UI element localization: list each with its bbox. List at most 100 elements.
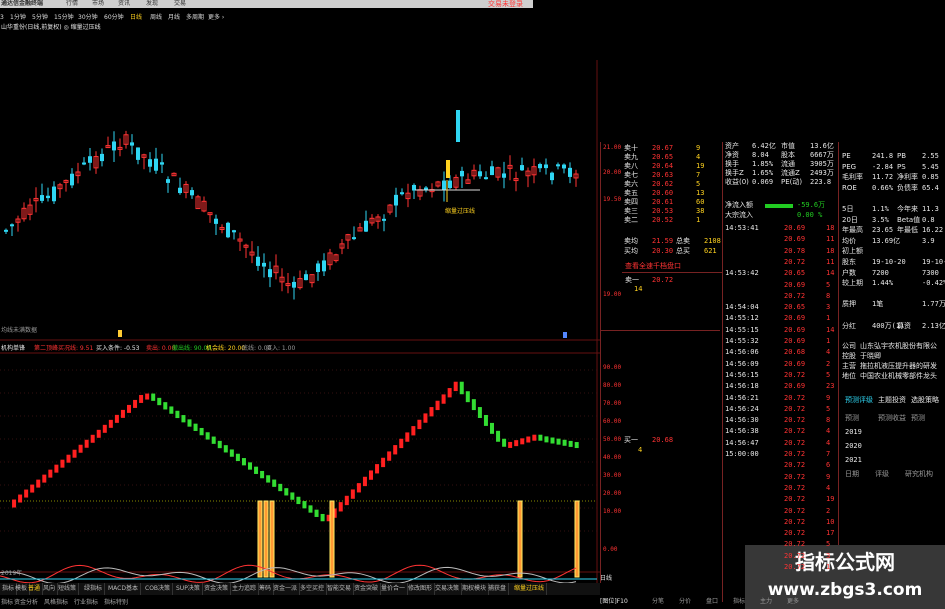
right-tab[interactable]: 指标 (733, 597, 745, 606)
indicator-button[interactable]: 量价合一 (379, 583, 409, 595)
fin-label: 募资 (897, 321, 911, 330)
right-tab[interactable]: 主力 (760, 597, 772, 606)
fin-value: 0.069 (752, 178, 774, 186)
sell1-price: 20.72 (652, 276, 674, 284)
period-item[interactable]: 多周期 (186, 13, 204, 22)
indicator-button[interactable]: COB决策 (143, 583, 174, 595)
period-item[interactable]: 周线 (150, 13, 162, 22)
fund-label: 大宗流入 (725, 211, 753, 219)
order-price: 20.63 (652, 171, 674, 179)
indicator-bar (314, 509, 319, 517)
indicator-name[interactable]: 机构单锋 (1, 344, 25, 353)
fund-value: -59.6万 (797, 201, 826, 209)
menu-tab-discover[interactable]: 发现 (146, 0, 158, 8)
tick-volume: 5 (826, 404, 831, 413)
indicator-button[interactable]: 短线策 (56, 583, 80, 595)
indicator-bar (490, 422, 494, 434)
tick-volume: 5 (826, 540, 831, 549)
menu-tab-board[interactable]: 市场 (92, 0, 104, 8)
tick-time: 14:54:04 (725, 303, 759, 312)
fin-value: 65.4 (922, 183, 939, 192)
indicator-button[interactable]: 修改图形 (406, 583, 436, 595)
period-item[interactable]: 3 (0, 13, 4, 22)
signal-column (329, 500, 335, 578)
period-item[interactable]: 月线 (168, 13, 180, 22)
fin-label: 20日 (842, 215, 858, 224)
indicator-bar (387, 451, 392, 461)
fin-tab[interactable]: 主题投资 (878, 396, 906, 405)
main-chart-svg[interactable] (0, 30, 600, 585)
indicator-button[interactable]: 绿指标 (82, 583, 106, 595)
menu-tab-market[interactable]: 行情 (66, 0, 78, 8)
indicator-button[interactable]: 资金突破 (352, 583, 382, 595)
indicator-bar (151, 393, 156, 401)
tick-volume: 1 (826, 337, 831, 345)
summary-volume: 2108 (704, 237, 721, 245)
candle-body (394, 194, 398, 206)
indicator-bar (417, 419, 422, 430)
trade-login-hint[interactable]: 交易未登录 (488, 0, 523, 8)
indicator-bar (556, 438, 561, 445)
candle-body (136, 147, 140, 160)
marker (563, 332, 567, 338)
price-tick: 20.00 (603, 169, 622, 176)
depth-banner[interactable]: 查看全速千档盘口 (625, 262, 681, 271)
right-tab[interactable]: 更多 (787, 597, 799, 606)
indicator-button[interactable]: 交易决策 (433, 583, 463, 595)
fund-value: 0.00 % (797, 211, 823, 219)
indicator-bar (393, 445, 398, 455)
fin-value: 1.77万股 (922, 300, 945, 309)
fin-tab[interactable]: 选股策略 (911, 396, 939, 405)
indicator-button[interactable]: 主力追踪 (230, 583, 260, 595)
signal-candle (446, 160, 450, 178)
candle-body (490, 166, 494, 176)
indicator-button[interactable]: 风格指标 (44, 597, 68, 608)
indicator-bar (24, 489, 29, 498)
candle-body (70, 173, 74, 186)
period-item[interactable]: 5分钟 (32, 13, 48, 22)
indicator-button[interactable]: 期权模块 (460, 583, 490, 595)
summary-label: 总买 (676, 247, 690, 255)
tick-volume: 9 (826, 393, 831, 402)
indicator-button[interactable]: MACD基本 (106, 583, 141, 595)
order-volume: 5 (696, 180, 701, 188)
indicator-bar (30, 484, 35, 493)
right-tab[interactable]: 盘口 (706, 597, 718, 606)
indicator-button[interactable]: 资金一派 (271, 583, 301, 595)
indicator-bar (441, 394, 446, 404)
fin-tab[interactable]: 预测评级 (845, 396, 873, 405)
period-item[interactable]: 15分钟 (54, 13, 74, 22)
price-tick: 19.00 (603, 291, 622, 298)
indicator-bar (133, 399, 138, 408)
forecast-header: 预测 (911, 414, 925, 422)
tick-time: 14:55:15 (725, 325, 759, 334)
period-item[interactable]: 60分钟 (104, 13, 124, 22)
indicator-button[interactable]: 捕获盘 (486, 583, 510, 595)
period-item-day[interactable]: 日线 (130, 13, 142, 22)
period-item-more[interactable]: 更多 › (208, 13, 224, 22)
indicator-button[interactable]: 资金决策 (202, 583, 232, 595)
indicator-button[interactable]: 行业指标 (74, 597, 98, 608)
indicator-button[interactable]: 智能交易 (325, 583, 355, 595)
fin-value: 8.04 (752, 151, 769, 159)
right-tab[interactable]: 分笔 (652, 597, 664, 606)
tick-volume: 14 (826, 325, 835, 334)
indicator-button[interactable]: 多空买控 (298, 583, 328, 595)
indicator-bar (139, 394, 144, 403)
candle-body (478, 171, 482, 177)
indicator-button-active[interactable]: 缩量过压线 (512, 583, 548, 595)
fin-value: 6.42亿 (752, 142, 776, 150)
indicator-button[interactable]: SUP决策 (174, 583, 203, 595)
indicator-button[interactable]: 指标特别 (104, 597, 128, 608)
y-tick: 70.00 (603, 400, 622, 407)
menu-tab-news[interactable]: 资讯 (118, 0, 130, 8)
indicator-button[interactable]: 资金分析 (14, 597, 38, 608)
period-item[interactable]: 1分钟 (10, 13, 26, 22)
oscillator-line (0, 564, 577, 584)
indicator-button[interactable]: 指标 (1, 597, 13, 608)
right-tab[interactable]: 分价 (679, 597, 691, 606)
menu-tab-trade[interactable]: 交易 (174, 0, 186, 8)
f10-tab[interactable]: [图位]F10 (600, 597, 628, 606)
period-indicator[interactable]: 日线 (600, 574, 612, 583)
period-item[interactable]: 30分钟 (78, 13, 98, 22)
